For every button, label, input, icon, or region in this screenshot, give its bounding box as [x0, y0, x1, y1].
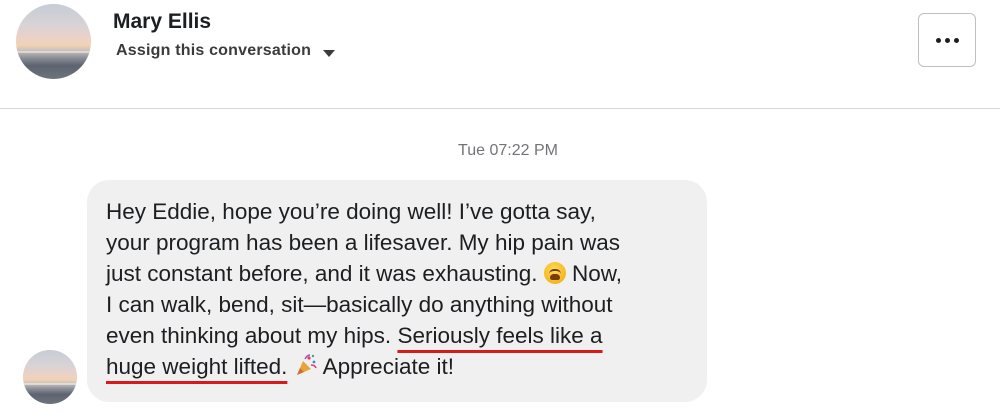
- highlighted-text: Seriously feels like a: [397, 323, 603, 348]
- contact-avatar[interactable]: [16, 4, 91, 79]
- message-text: I can walk, bend, sit—basically do anyth…: [106, 292, 613, 317]
- more-dot-icon: [944, 37, 950, 43]
- message-text: just constant before, and it was exhaust…: [106, 261, 538, 286]
- message-line: huge weight lifted. Appreciate it!: [106, 351, 693, 385]
- sender-avatar[interactable]: [23, 350, 77, 404]
- message-timestamp: Tue 07:22 PM: [458, 142, 558, 159]
- message-line: just constant before, and it was exhaust…: [106, 258, 693, 289]
- contact-name[interactable]: Mary Ellis: [113, 10, 211, 34]
- highlighted-text: huge weight lifted.: [106, 354, 288, 379]
- message-line: your program has been a lifesaver. My hi…: [106, 227, 693, 258]
- message-text: Now,: [565, 261, 623, 286]
- more-dot-icon: [953, 37, 959, 43]
- chevron-down-icon: [323, 49, 336, 57]
- conversation-header: Mary Ellis Assign this conversation: [0, 0, 1000, 109]
- more-options-button[interactable]: [918, 13, 976, 67]
- message-line: I can walk, bend, sit—basically do anyth…: [106, 289, 693, 320]
- conversation-view: Mary Ellis Assign this conversation Tue …: [0, 0, 1000, 412]
- message-text: your program has been a lifesaver. My hi…: [106, 230, 621, 255]
- assign-conversation-dropdown[interactable]: Assign this conversation: [116, 42, 336, 60]
- assign-conversation-label: Assign this conversation: [116, 42, 312, 59]
- more-dot-icon: [935, 37, 941, 43]
- message-text: Appreciate it!: [317, 354, 454, 379]
- message-line: Hey Eddie, hope you’re doing well! I’ve …: [106, 196, 693, 227]
- message-line: even thinking about my hips. Seriously f…: [106, 320, 693, 351]
- weary-face-icon: [543, 262, 566, 284]
- message-text: Hey Eddie, hope you’re doing well! I’ve …: [106, 199, 596, 224]
- message-text: even thinking about my hips.: [106, 323, 398, 348]
- message-bubble[interactable]: Hey Eddie, hope you’re doing well! I’ve …: [87, 180, 707, 402]
- party-popper-icon: [294, 353, 318, 385]
